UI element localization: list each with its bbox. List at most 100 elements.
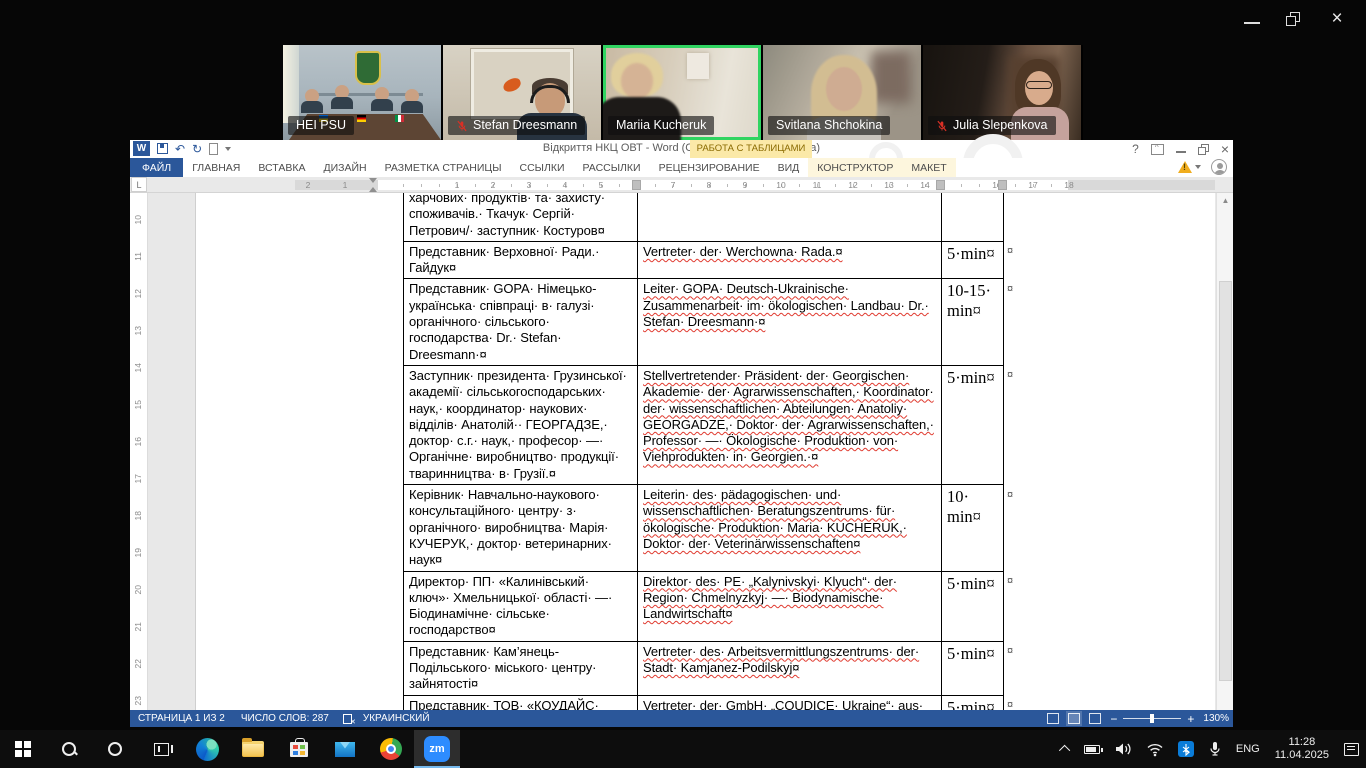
language-indicator[interactable]: УКРАИНСКИЙ xyxy=(355,713,438,724)
minimize-icon[interactable] xyxy=(1244,14,1260,24)
table-cell-time[interactable]: 5·min¤ xyxy=(942,365,1004,484)
proofing-errors-icon[interactable]: ✕ xyxy=(343,713,355,725)
warning-dropdown-icon[interactable] xyxy=(1195,165,1201,169)
table-cell-time[interactable]: 5·min¤ xyxy=(942,641,1004,695)
tab-review[interactable]: РЕЦЕНЗИРОВАНИЕ xyxy=(650,158,769,177)
tab-table-design[interactable]: КОНСТРУКТОР xyxy=(808,158,902,177)
qat-customize-icon[interactable] xyxy=(225,147,231,151)
wifi-button[interactable] xyxy=(1139,730,1171,768)
zoom-slider-thumb[interactable] xyxy=(1150,714,1154,723)
redo-icon[interactable]: ↻ xyxy=(192,142,202,156)
table-cell-ua[interactable]: Представник· GOPA· Німецько-українська· … xyxy=(404,279,638,365)
video-tile-julia-slepenkova[interactable]: Julia Slepenkova xyxy=(923,45,1081,140)
video-tile-mariia-kucheruk[interactable]: Mariia Kucheruk xyxy=(603,45,761,140)
file-explorer-button[interactable] xyxy=(230,730,276,768)
restore-icon[interactable] xyxy=(1198,144,1209,155)
vertical-scrollbar[interactable]: ▲ xyxy=(1216,193,1233,710)
task-view-button[interactable] xyxy=(138,730,184,768)
table-column-marker[interactable] xyxy=(936,180,945,190)
volume-button[interactable] xyxy=(1107,730,1139,768)
table-cell-ua[interactable]: Представник· Кам’янець-Подільського· міс… xyxy=(404,641,638,695)
ribbon-display-options-icon[interactable] xyxy=(1151,144,1164,155)
table-cell-ua[interactable]: Директор· ПП· «Калинівський· ключ»· Хмел… xyxy=(404,571,638,641)
restore-icon[interactable] xyxy=(1286,12,1300,26)
bluetooth-button[interactable] xyxy=(1171,730,1201,768)
word-count[interactable]: ЧИСЛО СЛОВ: 287 xyxy=(233,713,337,724)
table-cell-time[interactable]: 5·min¤ xyxy=(942,571,1004,641)
search-button[interactable] xyxy=(46,730,92,768)
tab-mailings[interactable]: РАССЫЛКИ xyxy=(574,158,650,177)
language-button[interactable]: ENG xyxy=(1229,730,1267,768)
page-indicator[interactable]: СТРАНИЦА 1 ИЗ 2 xyxy=(130,713,233,724)
tab-references[interactable]: ССЫЛКИ xyxy=(510,158,573,177)
video-tile-stefan-dreesmann[interactable]: Stefan Dreesmann xyxy=(443,45,601,140)
table-cell-time[interactable]: 5·min¤ xyxy=(942,695,1004,710)
minimize-icon[interactable] xyxy=(1176,146,1186,153)
scrollbar-thumb[interactable] xyxy=(1219,281,1232,681)
start-button[interactable] xyxy=(0,730,46,768)
edge-button[interactable] xyxy=(184,730,230,768)
word-title-bar[interactable]: W ↶ ↻ Відкриття НКЦ ОВТ - Word (Сбой акт… xyxy=(130,140,1233,158)
table-column-marker[interactable] xyxy=(998,180,1007,190)
table-cell-time[interactable]: 10-15· min¤ xyxy=(942,279,1004,365)
tab-file[interactable]: ФАЙЛ xyxy=(130,158,183,177)
table-cell-de[interactable]: Leiter· GOPA· Deutsch-Ukrainische· Zusam… xyxy=(638,279,942,365)
table-cell-de[interactable]: Vertreter· der· Werchowna· Rada.¤ xyxy=(638,241,942,279)
mail-button[interactable] xyxy=(322,730,368,768)
table-cell-de[interactable]: Leiterin· des· pädagogischen· und· wisse… xyxy=(638,485,942,571)
print-layout-icon[interactable] xyxy=(1068,713,1080,724)
table-cell-ua[interactable]: харчових· продуктів· та· захисту· спожив… xyxy=(404,193,638,241)
table-cell-de[interactable]: Direktor· des· PE· „Kalynivskyi· Klyuch“… xyxy=(638,571,942,641)
table-cell-ua[interactable]: Керівник· Навчально-наукового· консульта… xyxy=(404,485,638,571)
table-cell-ua[interactable]: Заступник· президента· Грузинської· акад… xyxy=(404,365,638,484)
scroll-up-icon[interactable]: ▲ xyxy=(1220,195,1231,206)
tab-home[interactable]: ГЛАВНАЯ xyxy=(183,158,249,177)
store-button[interactable] xyxy=(276,730,322,768)
video-tile-svitlana-shchokina[interactable]: Svitlana Shchokina xyxy=(763,45,921,140)
battery-button[interactable] xyxy=(1077,730,1107,768)
video-tile-hei-psu[interactable]: HEI PSU xyxy=(283,45,441,140)
undo-icon[interactable]: ↶ xyxy=(175,142,185,156)
tray-overflow-button[interactable] xyxy=(1055,730,1077,768)
indent-marker[interactable] xyxy=(369,178,377,192)
zoom-level[interactable]: 130% xyxy=(1203,713,1229,724)
table-cell-ua[interactable]: Представник· ТОВ· «КОУДАЙС· Україна»· Ль… xyxy=(404,695,638,710)
table-cell-time[interactable]: 10· min¤ xyxy=(942,485,1004,571)
vertical-ruler[interactable]: 1011121314151617181920212223 xyxy=(130,193,148,710)
account-icon[interactable] xyxy=(1211,159,1227,175)
zoom-slider-track[interactable] xyxy=(1123,718,1181,719)
read-mode-icon[interactable] xyxy=(1047,713,1059,724)
table-cell-de[interactable]: Stellvertretender· Präsident· der· Georg… xyxy=(638,365,942,484)
close-icon[interactable]: × xyxy=(1221,141,1229,157)
table-cell-time[interactable]: 5·min¤ xyxy=(942,241,1004,279)
word-logo-icon[interactable]: W xyxy=(133,141,150,156)
microphone-button[interactable] xyxy=(1201,730,1229,768)
cortana-button[interactable] xyxy=(92,730,138,768)
clock[interactable]: 11:28 11.04.2025 xyxy=(1267,736,1337,762)
table-cell-time[interactable] xyxy=(942,193,1004,241)
zoom-out-icon[interactable]: − xyxy=(1110,714,1117,724)
table-column-marker[interactable] xyxy=(632,180,641,190)
help-icon[interactable]: ? xyxy=(1132,142,1139,156)
table-cell-de[interactable]: Vertreter· der· GmbH· „COUDICE· Ukraine“… xyxy=(638,695,942,710)
document-page[interactable]: харчових· продуктів· та· захисту· спожив… xyxy=(196,193,1215,710)
table-cell-ua[interactable]: Представник· Верховної· Ради.· Гайдук¤ xyxy=(404,241,638,279)
tab-design[interactable]: ДИЗАЙН xyxy=(314,158,375,177)
tab-insert[interactable]: ВСТАВКА xyxy=(249,158,314,177)
zoom-app-button[interactable]: zm xyxy=(414,730,460,768)
chrome-button[interactable] xyxy=(368,730,414,768)
zoom-in-icon[interactable]: + xyxy=(1187,714,1194,724)
table-cell-de[interactable] xyxy=(638,193,942,241)
activation-warning-icon[interactable] xyxy=(1178,161,1192,173)
action-center-button[interactable] xyxy=(1337,730,1366,768)
save-icon[interactable] xyxy=(157,143,168,154)
tab-view[interactable]: ВИД xyxy=(769,158,809,177)
table-cell-de[interactable]: Vertreter· des· Arbeitsvermittlungszentr… xyxy=(638,641,942,695)
close-icon[interactable]: × xyxy=(1326,10,1348,28)
web-layout-icon[interactable] xyxy=(1089,713,1101,724)
tab-selector[interactable]: L xyxy=(131,177,147,192)
touch-mode-icon[interactable] xyxy=(209,143,218,155)
tab-page-layout[interactable]: РАЗМЕТКА СТРАНИЦЫ xyxy=(376,158,511,177)
horizontal-ruler[interactable]: L 211234567891011121314161718 xyxy=(130,177,1233,193)
tab-table-layout[interactable]: МАКЕТ xyxy=(902,158,955,177)
